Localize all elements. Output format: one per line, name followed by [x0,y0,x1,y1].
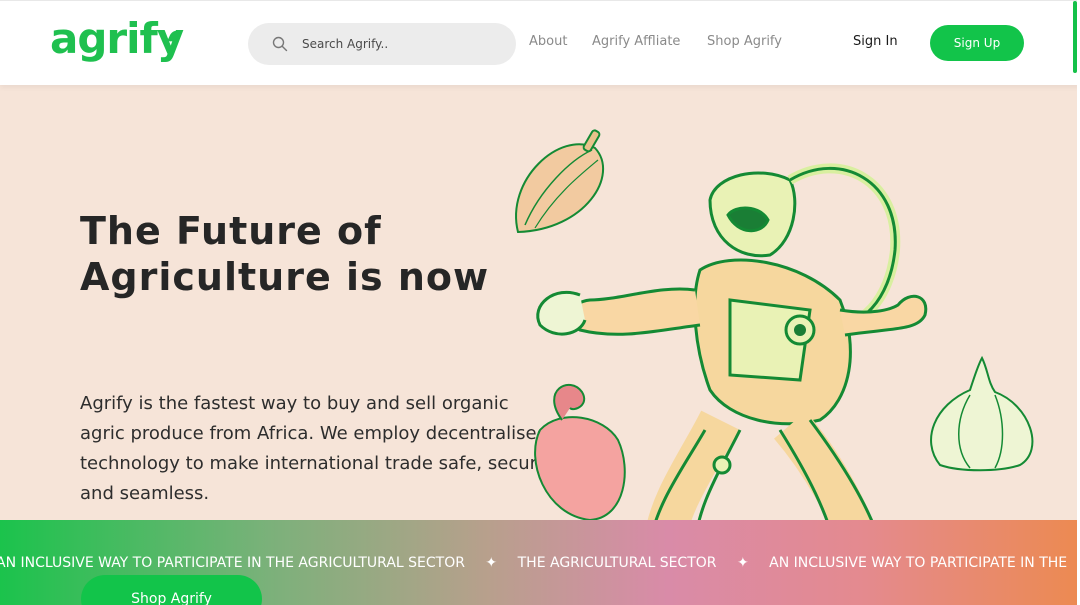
sparkle-icon: ✦ [485,555,498,571]
shop-agrify-button[interactable]: Shop Agrify [81,575,262,605]
hero-title: The Future of Agriculture is now [80,209,490,299]
cocoa-pod-icon [515,129,605,234]
nav-link-shop[interactable]: Shop Agrify [707,34,782,49]
cashew-fruit-icon [534,383,626,522]
garlic-icon [930,355,1034,472]
sparkle-icon: ✦ [736,555,749,571]
marquee-item: THE AGRICULTURAL SECTOR [517,555,717,571]
sign-in-link[interactable]: Sign In [853,34,898,49]
search-icon [272,36,288,52]
marquee-item: AN INCLUSIVE WAY TO PARTICIPATE IN THE A… [0,555,465,571]
marquee-item: AN INCLUSIVE WAY TO PARTICIPATE IN THE [769,555,1068,571]
marquee-text-row: AN INCLUSIVE WAY TO PARTICIPATE IN THE A… [0,555,1067,571]
hero-description: Agrify is the fastest way to buy and sel… [80,393,549,504]
sign-up-button[interactable]: Sign Up [930,25,1024,61]
search-box[interactable] [248,23,516,65]
search-input[interactable] [302,23,502,65]
nav-link-about[interactable]: About [529,34,567,49]
agrify-logo[interactable]: agrify [50,11,184,67]
nav-link-affiliate[interactable]: Agrify Affliate [592,34,680,49]
top-navbar: agrify About Agrify Affliate Shop Agrify… [0,0,1080,85]
